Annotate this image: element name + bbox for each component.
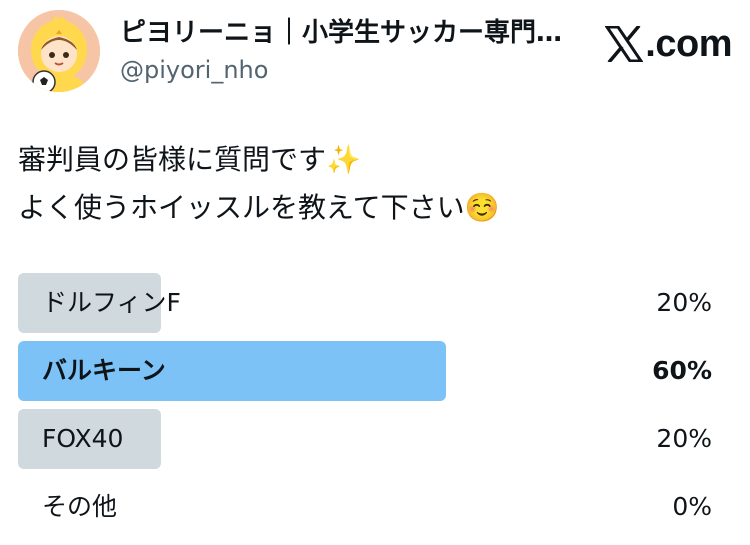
avatar[interactable] bbox=[18, 10, 100, 92]
tweet-line: 審判員の皆様に質問です✨ bbox=[18, 143, 361, 176]
chick-mascot-icon bbox=[18, 10, 100, 92]
poll-option-label: その他 bbox=[42, 492, 118, 521]
user-handle[interactable]: @piyori_nho bbox=[120, 54, 580, 86]
poll-option-balkan[interactable]: バルキーン 60% bbox=[18, 341, 712, 401]
brand: .com bbox=[605, 22, 732, 66]
poll-option-percent: 60% bbox=[652, 356, 712, 385]
tweet-header: ピヨリーニョ｜小学生サッカー専門… @piyori_nho .com bbox=[18, 10, 732, 92]
poll-option-label: ドルフィンF bbox=[42, 288, 181, 317]
tweet-line: よく使うホイッスルを教えて下さい☺️ bbox=[18, 191, 500, 224]
poll-option-percent: 0% bbox=[672, 492, 712, 521]
user-info: ピヨリーニョ｜小学生サッカー専門… @piyori_nho bbox=[120, 16, 580, 86]
brand-text: .com bbox=[645, 22, 732, 65]
poll-option-percent: 20% bbox=[656, 424, 712, 453]
poll-option-fox40[interactable]: FOX40 20% bbox=[18, 409, 712, 469]
poll-option-other[interactable]: その他 0% bbox=[18, 477, 712, 537]
poll: ドルフィンF 20% バルキーン 60% FOX40 20% その他 0% bbox=[18, 273, 712, 545]
poll-option-label: FOX40 bbox=[42, 424, 124, 453]
display-name[interactable]: ピヨリーニョ｜小学生サッカー専門… bbox=[120, 16, 580, 50]
tweet-text: 審判員の皆様に質問です✨ よく使うホイッスルを教えて下さい☺️ bbox=[18, 136, 732, 232]
x-logo-icon bbox=[605, 26, 644, 62]
poll-option-label: バルキーン bbox=[42, 356, 166, 385]
poll-option-dolphin[interactable]: ドルフィンF 20% bbox=[18, 273, 712, 333]
poll-option-percent: 20% bbox=[656, 288, 712, 317]
